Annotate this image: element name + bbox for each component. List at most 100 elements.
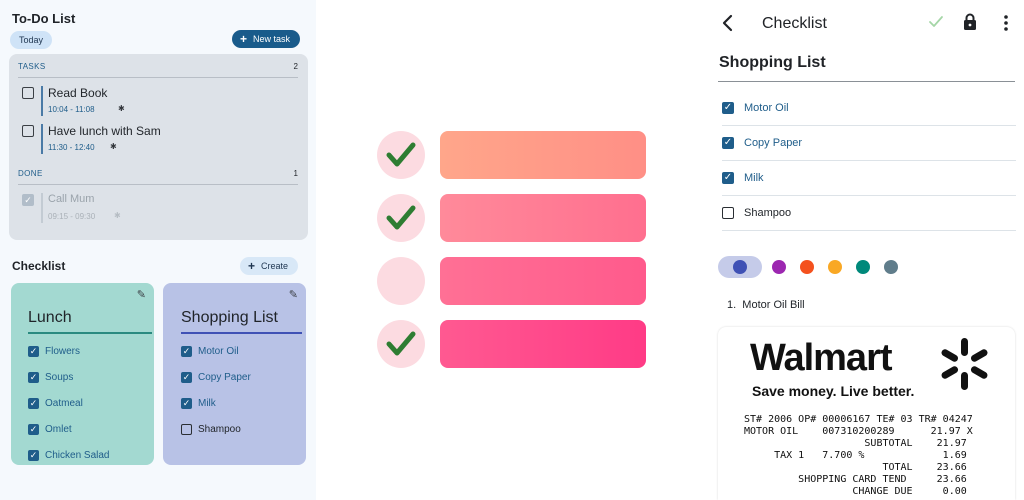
color-option[interactable] bbox=[884, 260, 898, 274]
receipt-line: ST# 2006 OP# 00006167 TE# 03 TR# 04247 bbox=[744, 414, 973, 425]
reminder-icon: ✱ bbox=[110, 142, 117, 151]
checked-box-icon[interactable]: ✓ bbox=[181, 397, 192, 409]
done-task-title: Call Mum bbox=[48, 193, 95, 205]
illustration-bar bbox=[440, 194, 646, 242]
todo-panel: To-Do List Today + New task TASKS 2 Read… bbox=[0, 0, 316, 500]
tasks-card: TASKS 2 Read Book 10:04 - 11:08 ✱ Have l… bbox=[9, 54, 308, 240]
illustration-bar bbox=[440, 320, 646, 368]
edit-icon[interactable]: ✎ bbox=[137, 288, 146, 301]
task-time: 11:30 - 12:40 bbox=[48, 143, 95, 152]
color-option[interactable] bbox=[800, 260, 814, 274]
reminder-icon: ✱ bbox=[114, 211, 121, 220]
illustration-empty-circle bbox=[377, 257, 425, 305]
checked-box-icon[interactable]: ✓ bbox=[28, 449, 39, 461]
task-title: Read Book bbox=[48, 86, 108, 100]
checklist-card-title: Lunch bbox=[28, 309, 72, 326]
checked-box-icon[interactable]: ✓ bbox=[722, 137, 734, 149]
unchecked-box-icon[interactable] bbox=[181, 423, 192, 435]
checklist-item[interactable]: ✓ Motor Oil bbox=[181, 338, 301, 364]
checklist-items: ✓ Motor Oil ✓ Copy Paper ✓ Milk Shampoo bbox=[181, 338, 301, 442]
more-vert-icon[interactable] bbox=[1003, 14, 1009, 37]
back-arrow-icon[interactable] bbox=[720, 13, 736, 33]
task-accent-bar bbox=[41, 86, 43, 116]
receipt-line: TOTAL 23.66 bbox=[744, 462, 967, 473]
create-checklist-button[interactable]: + Create bbox=[240, 257, 299, 275]
illustration-check-circle bbox=[377, 194, 425, 242]
checklist-item[interactable]: ✓ Milk bbox=[181, 390, 301, 416]
color-option[interactable] bbox=[772, 260, 786, 274]
color-option[interactable] bbox=[828, 260, 842, 274]
receipt-line: MOTOR OIL 007310200289 21.97 X bbox=[744, 426, 973, 437]
color-option[interactable] bbox=[733, 260, 747, 274]
receipt-line: CHANGE DUE 0.00 bbox=[744, 486, 967, 497]
task-item[interactable]: Have lunch with Sam 11:30 - 12:40 ✱ bbox=[20, 124, 300, 156]
illustration-bar bbox=[440, 257, 646, 305]
reminder-icon: ✱ bbox=[118, 104, 125, 113]
plus-icon: + bbox=[240, 32, 248, 46]
illustration-bar bbox=[440, 131, 646, 179]
illustration-check-circle bbox=[377, 131, 425, 179]
task-accent-bar bbox=[41, 124, 43, 154]
check-icon[interactable] bbox=[928, 14, 944, 35]
create-label: Create bbox=[261, 261, 289, 271]
check-icon bbox=[386, 331, 416, 356]
checklist-illustration bbox=[316, 0, 708, 500]
lock-icon[interactable] bbox=[963, 13, 977, 36]
detail-item[interactable]: ✓ Milk bbox=[722, 161, 1016, 196]
receipt-image[interactable]: Walmart Save money. Live better. ST# 200… bbox=[718, 327, 1015, 500]
shopping-checklist-card[interactable]: ✎ Shopping List ✓ Motor Oil ✓ Copy Paper ✓… bbox=[163, 283, 306, 465]
done-divider bbox=[18, 184, 298, 185]
spark-logo-icon bbox=[941, 338, 988, 390]
new-task-button[interactable]: + New task bbox=[232, 30, 301, 48]
checklist-item[interactable]: ✓ Oatmeal bbox=[28, 390, 148, 416]
checked-box-icon[interactable]: ✓ bbox=[722, 172, 734, 184]
checked-box-icon[interactable]: ✓ bbox=[181, 371, 192, 383]
task-checkbox[interactable] bbox=[22, 87, 34, 99]
lunch-checklist-card[interactable]: ✎ Lunch ✓ Flowers ✓ Soups ✓ Oatmeal ✓ Omlet … bbox=[11, 283, 154, 465]
done-task-checkbox[interactable]: ✓ bbox=[22, 194, 34, 206]
checked-box-icon[interactable]: ✓ bbox=[28, 345, 39, 357]
done-task-time: 09:15 - 09:30 bbox=[48, 212, 96, 221]
checklist-section-title: Checklist bbox=[12, 259, 66, 273]
walmart-tagline: Save money. Live better. bbox=[752, 383, 915, 399]
checklist-detail-panel: Checklist Shopping List ✓ Motor Oil ✓ Co… bbox=[708, 0, 1024, 500]
title-underline bbox=[718, 81, 1015, 82]
done-count: 1 bbox=[293, 169, 298, 178]
checklist-item[interactable]: ✓ Copy Paper bbox=[181, 364, 301, 390]
task-checkbox[interactable] bbox=[22, 125, 34, 137]
checked-box-icon[interactable]: ✓ bbox=[722, 102, 734, 114]
receipt-line: SHOPPING CARD TEND 23.66 bbox=[744, 474, 967, 485]
detail-item[interactable]: ✓ Motor Oil bbox=[722, 91, 1016, 126]
checked-box-icon[interactable]: ✓ bbox=[28, 423, 39, 435]
done-task-item[interactable]: ✓ Call Mum 09:15 - 09:30 ✱ bbox=[20, 193, 300, 225]
done-section-label: DONE bbox=[18, 169, 43, 178]
checklist-card-underline bbox=[28, 332, 152, 334]
checklist-item[interactable]: ✓ Soups bbox=[28, 364, 148, 390]
checklist-item[interactable]: ✓ Chicken Salad bbox=[28, 442, 148, 465]
checklist-card-underline bbox=[181, 332, 302, 334]
tasks-section-label: TASKS bbox=[18, 62, 46, 71]
todo-title: To-Do List bbox=[12, 11, 76, 26]
tasks-count: 2 bbox=[293, 62, 298, 71]
task-accent-bar bbox=[41, 193, 43, 223]
tasks-divider bbox=[18, 77, 298, 78]
checklist-card-title: Shopping List bbox=[181, 309, 278, 326]
list-title[interactable]: Shopping List bbox=[719, 54, 826, 72]
detail-items: ✓ Motor Oil ✓ Copy Paper ✓ Milk Shampoo bbox=[722, 91, 1016, 231]
task-item[interactable]: Read Book 10:04 - 11:08 ✱ bbox=[20, 86, 300, 118]
checklist-item[interactable]: ✓ Flowers bbox=[28, 338, 148, 364]
checklist-item[interactable]: Shampoo bbox=[181, 416, 301, 442]
unchecked-box-icon[interactable] bbox=[722, 207, 734, 219]
attachment-label: 1. Motor Oil Bill bbox=[727, 299, 805, 311]
detail-item[interactable]: ✓ Copy Paper bbox=[722, 126, 1016, 161]
task-title: Have lunch with Sam bbox=[48, 124, 161, 138]
check-icon bbox=[386, 142, 416, 167]
color-option[interactable] bbox=[856, 260, 870, 274]
detail-item[interactable]: Shampoo bbox=[722, 196, 1016, 231]
checked-box-icon[interactable]: ✓ bbox=[181, 345, 192, 357]
checked-box-icon[interactable]: ✓ bbox=[28, 371, 39, 383]
checklist-item[interactable]: ✓ Omlet bbox=[28, 416, 148, 442]
edit-icon[interactable]: ✎ bbox=[289, 288, 298, 301]
today-filter-chip[interactable]: Today bbox=[10, 31, 53, 49]
checked-box-icon[interactable]: ✓ bbox=[28, 397, 39, 409]
